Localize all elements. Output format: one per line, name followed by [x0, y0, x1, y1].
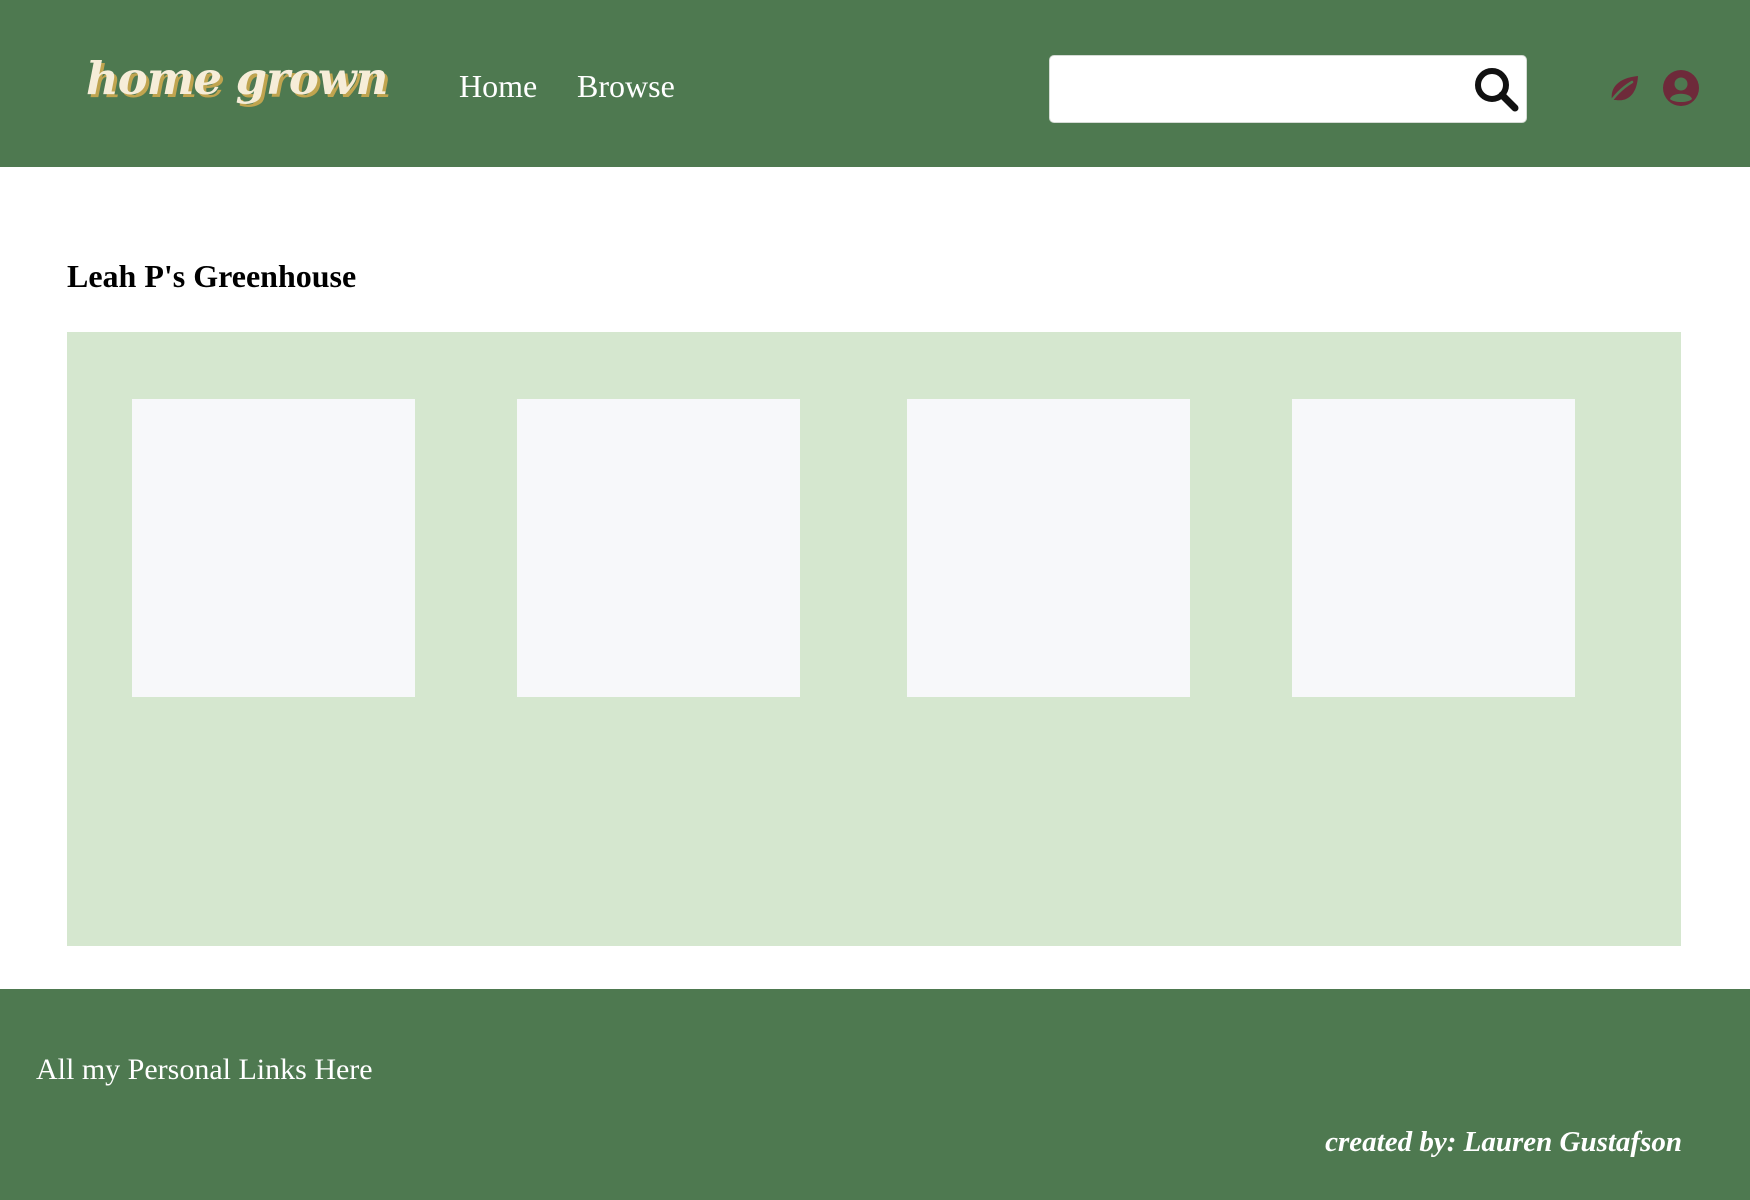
plant-card[interactable]	[132, 399, 415, 697]
plant-card[interactable]	[907, 399, 1190, 697]
plant-card[interactable]	[517, 399, 800, 697]
search-input[interactable]	[1062, 66, 1462, 112]
nav-browse-link[interactable]: Browse	[577, 68, 675, 105]
greenhouse-panel	[67, 332, 1681, 946]
user-icon[interactable]	[1662, 69, 1700, 107]
footer-personal-links[interactable]: All my Personal Links Here	[36, 1053, 373, 1087]
site-header: home grown Home Browse	[0, 0, 1750, 167]
nav-home-link[interactable]: Home	[459, 68, 537, 105]
footer-credit: created by: Lauren Gustafson	[1325, 1126, 1682, 1158]
leaf-icon[interactable]	[1604, 70, 1642, 108]
site-footer: All my Personal Links Here created by: L…	[0, 989, 1750, 1200]
site-logo[interactable]: home grown	[86, 52, 388, 105]
search-icon[interactable]	[1471, 64, 1523, 116]
search-bar	[1049, 55, 1527, 123]
page-title: Leah P's Greenhouse	[67, 258, 357, 294]
plant-card[interactable]	[1292, 399, 1575, 697]
